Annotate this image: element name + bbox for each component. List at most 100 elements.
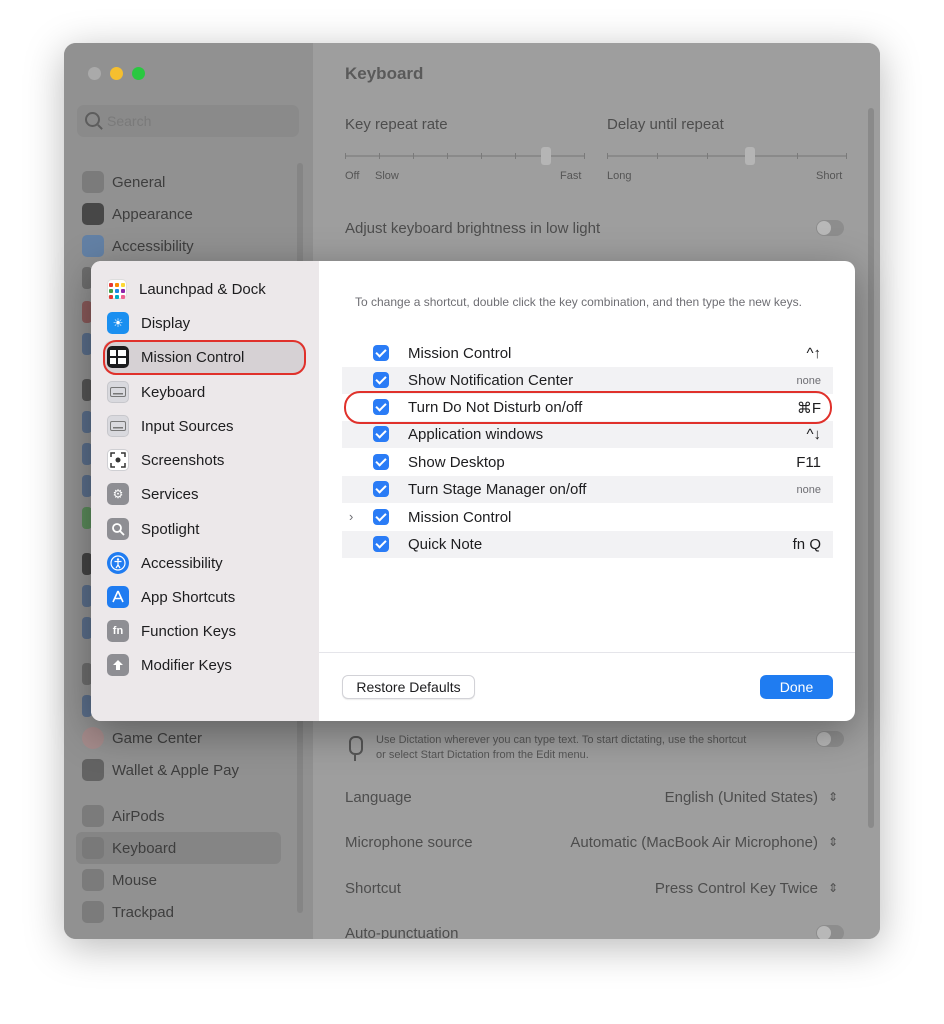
airpods-icon (82, 805, 104, 827)
shortcut-key[interactable]: ^↑ (806, 345, 821, 362)
shortcut-row[interactable]: Quick Note fn Q (342, 531, 833, 558)
shortcut-label: Application windows (408, 426, 544, 443)
sidebar-item-label: Services (141, 485, 199, 503)
services-icon: ⚙ (107, 483, 129, 505)
sidebar-item-keyboard[interactable]: Keyboard (82, 835, 176, 861)
sidebar-item-spotlight[interactable]: Spotlight (107, 515, 199, 543)
slider-tick (657, 153, 658, 159)
done-button[interactable]: Done (760, 675, 833, 699)
mouse-icon (82, 869, 104, 891)
checkbox-checked[interactable] (373, 536, 389, 552)
restore-defaults-button[interactable]: Restore Defaults (342, 675, 475, 699)
sidebar-item-label: Launchpad & Dock (139, 280, 266, 298)
sidebar-item-accessibility[interactable]: Accessibility (82, 233, 194, 259)
auto-punctuation-toggle[interactable] (816, 925, 844, 939)
sidebar-item-app-shortcuts[interactable]: App Shortcuts (107, 583, 235, 611)
scale-slow-label: Slow (375, 170, 399, 182)
sidebar-item-game-center[interactable]: Game Center (82, 725, 202, 751)
sidebar-item-launchpad-dock[interactable]: Launchpad & Dock (107, 275, 266, 303)
highlight-ring-do-not-disturb (344, 391, 832, 424)
shortcut-label: Turn Stage Manager on/off (408, 481, 587, 498)
zoom-window-button[interactable] (132, 67, 145, 80)
sidebar-item-label: Appearance (112, 205, 193, 223)
microphone-source-value[interactable]: Automatic (MacBook Air Microphone) (570, 834, 818, 851)
language-updown-icon[interactable]: ⇕ (828, 790, 838, 804)
checkbox-checked[interactable] (373, 509, 389, 525)
shortcut-updown-icon[interactable]: ⇕ (828, 881, 838, 895)
shortcut-row[interactable]: › Mission Control (342, 504, 833, 531)
sidebar-item-accessibility[interactable]: Accessibility (107, 549, 223, 577)
delay-until-repeat-knob[interactable] (745, 147, 755, 165)
delay-until-repeat-label: Delay until repeat (607, 116, 724, 133)
chevron-right-icon[interactable]: › (349, 509, 353, 524)
sidebar-item-airpods[interactable]: AirPods (82, 803, 165, 829)
trackpad-icon (82, 901, 104, 923)
checkbox-checked[interactable] (373, 372, 389, 388)
sidebar-item-appearance[interactable]: Appearance (82, 201, 193, 227)
sidebar-item-label: Trackpad (112, 903, 174, 921)
sidebar-item-keyboard[interactable]: Keyboard (107, 378, 205, 406)
slider-tick (379, 153, 380, 159)
sidebar-item-wallet[interactable]: Wallet & Apple Pay (82, 757, 239, 783)
minimize-window-button[interactable] (110, 67, 123, 80)
sidebar-item-general[interactable]: General (82, 169, 165, 195)
checkbox-checked[interactable] (373, 345, 389, 361)
shortcut-key[interactable]: ^↓ (806, 426, 821, 443)
checkbox-checked[interactable] (373, 426, 389, 442)
shortcut-row[interactable]: Mission Control ^↑ (342, 340, 833, 367)
sidebar-item-mouse[interactable]: Mouse (82, 867, 157, 893)
sidebar-item-label: Function Keys (141, 622, 237, 640)
instruction-text: To change a shortcut, double click the k… (355, 295, 802, 309)
main-scrollbar[interactable] (868, 108, 874, 828)
wallet-icon (82, 759, 104, 781)
sidebar-item-services[interactable]: ⚙ Services (107, 480, 199, 508)
highlight-ring-mission-control (103, 340, 306, 375)
dictation-toggle[interactable] (816, 731, 844, 747)
shortcut-key[interactable]: none (797, 375, 821, 387)
shortcut-row[interactable]: Turn Stage Manager on/off none (342, 476, 833, 503)
scale-fast-label: Fast (560, 170, 582, 182)
slider-tick (797, 153, 798, 159)
adjust-brightness-toggle[interactable] (816, 220, 844, 236)
display-icon: ☀ (107, 312, 129, 334)
microphone-updown-icon[interactable]: ⇕ (828, 835, 838, 849)
checkbox-checked[interactable] (373, 454, 389, 470)
sidebar-item-trackpad[interactable]: Trackpad (82, 899, 174, 925)
microphone-stand (354, 755, 356, 761)
sidebar-item-screenshots[interactable]: Screenshots (107, 446, 224, 474)
sidebar-item-label: Mouse (112, 871, 158, 889)
shortcut-key[interactable]: F11 (796, 454, 821, 471)
scale-long-label: Long (607, 170, 632, 182)
sidebar-item-modifier-keys[interactable]: Modifier Keys (107, 651, 232, 679)
shortcut-key[interactable]: none (797, 484, 821, 496)
general-icon (82, 171, 104, 193)
modifier-keys-icon (107, 654, 129, 676)
key-repeat-rate-label: Key repeat rate (345, 116, 448, 133)
dictation-description-2: or select Start Dictation from the Edit … (376, 749, 589, 761)
sidebar-item-label: Spotlight (141, 520, 200, 538)
sidebar-item-label: App Shortcuts (141, 588, 236, 606)
spotlight-icon (107, 518, 129, 540)
checkbox-checked[interactable] (373, 481, 389, 497)
shortcuts-main: To change a shortcut, double click the k… (319, 261, 855, 721)
page-title: Keyboard (345, 64, 424, 83)
delay-until-repeat-slider[interactable] (607, 155, 847, 157)
shortcut-row[interactable]: Show Desktop F11 (342, 449, 833, 476)
shortcut-row[interactable]: Application windows ^↓ (342, 421, 833, 448)
close-window-button[interactable] (88, 67, 101, 80)
sidebar-item-function-keys[interactable]: fn Function Keys (107, 617, 236, 645)
shortcut-row[interactable]: Show Notification Center none (342, 367, 833, 394)
shortcut-value[interactable]: Press Control Key Twice (655, 880, 818, 897)
shortcut-key[interactable]: fn Q (793, 536, 821, 553)
slider-tick (584, 153, 585, 159)
sidebar-item-label: Wallet & Apple Pay (112, 761, 240, 779)
key-repeat-rate-knob[interactable] (541, 147, 551, 165)
sidebar-item-input-sources[interactable]: Input Sources (107, 412, 234, 440)
search-field[interactable]: Search (77, 105, 299, 137)
sidebar-item-display[interactable]: ☀ Display (107, 309, 190, 337)
shortcut-label: Show Desktop (408, 454, 505, 471)
language-value[interactable]: English (United States) (665, 789, 818, 806)
slider-tick (607, 153, 608, 159)
scale-short-label: Short (816, 170, 843, 182)
slider-tick (413, 153, 414, 159)
